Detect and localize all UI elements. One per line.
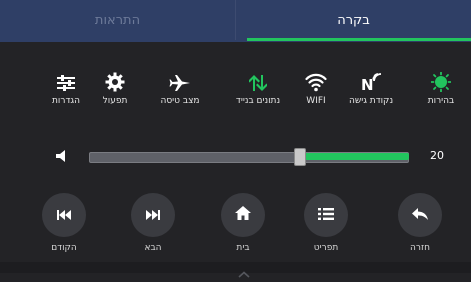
gear-icon (85, 66, 145, 92)
toggle-mobile-data-label: נתונים בנייד (235, 96, 281, 106)
tab-control[interactable]: בקרה (236, 0, 471, 40)
volume-slider-thumb[interactable] (294, 148, 306, 166)
toggle-access-point-label: נקודת גישה (348, 96, 394, 106)
data-arrows-icon (228, 66, 288, 92)
speaker-icon[interactable] (54, 148, 68, 167)
back-arrow-icon (411, 206, 429, 225)
back-button-label: חזרה (410, 243, 430, 253)
previous-button-label: הקודם (51, 243, 77, 253)
menu-button-circle[interactable] (304, 193, 348, 237)
toggle-wifi[interactable]: WIFI (286, 66, 346, 106)
toggle-brightness[interactable]: בהירות (411, 66, 471, 106)
tab-notifications-label: התראות (94, 12, 141, 28)
menu-button-label: תפריט (313, 243, 339, 253)
active-tab-indicator (247, 38, 471, 41)
menu-list-icon (317, 206, 335, 225)
next-button-label: הבא (144, 243, 162, 253)
hotspot-icon: N (341, 66, 401, 92)
toggle-operation[interactable]: תפעול (85, 66, 145, 106)
volume-control: 20 (0, 140, 471, 174)
home-button-circle[interactable] (221, 193, 265, 237)
volume-value: 20 (430, 149, 444, 162)
toggle-mobile-data[interactable]: נתונים בנייד (228, 66, 288, 106)
next-button[interactable]: הבא (123, 193, 183, 253)
previous-track-icon (56, 206, 72, 225)
home-button[interactable]: בית (213, 193, 273, 253)
previous-button[interactable]: הקודם (34, 193, 94, 253)
volume-slider-fill (300, 153, 409, 160)
toggle-airplane-label: מצב טיסה (160, 96, 200, 106)
bottom-bar (0, 262, 471, 273)
tab-notifications[interactable]: התראות (0, 0, 235, 40)
toggle-wifi-label: WIFI (306, 96, 326, 106)
wifi-icon (286, 66, 346, 92)
next-track-icon (145, 206, 161, 225)
back-button[interactable]: חזרה (390, 193, 450, 253)
toggle-brightness-label: בהירות (427, 96, 455, 106)
home-icon (234, 205, 252, 225)
tab-bar: התראות בקרה (0, 0, 471, 42)
airplane-icon (150, 66, 210, 92)
svg-text:N: N (361, 76, 374, 92)
toggle-access-point[interactable]: N נקודת גישה (341, 66, 401, 106)
back-button-circle[interactable] (398, 193, 442, 237)
toggle-airplane[interactable]: מצב טיסה (150, 66, 210, 106)
home-button-label: בית (236, 243, 250, 253)
toggle-operation-label: תפעול (102, 96, 128, 106)
previous-button-circle[interactable] (42, 193, 86, 237)
next-button-circle[interactable] (131, 193, 175, 237)
sun-icon (411, 66, 471, 92)
tab-control-label: בקרה (337, 12, 370, 28)
menu-button[interactable]: תפריט (296, 193, 356, 253)
